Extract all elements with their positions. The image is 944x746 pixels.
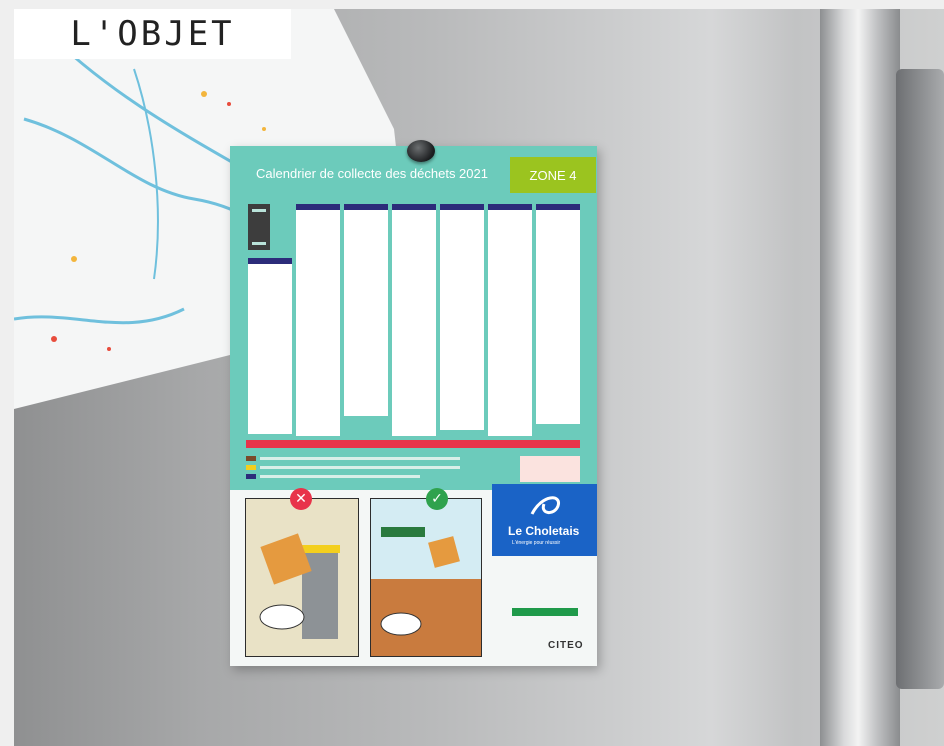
zone-label: ZONE 4 [529, 167, 577, 183]
month-column [488, 204, 532, 436]
notice-bar [246, 440, 580, 448]
handle-bracket [896, 69, 944, 689]
section-label-tab: L'OBJET [14, 9, 291, 59]
comic-bin-illustration [246, 499, 358, 656]
zone-badge: ZONE 4 [510, 157, 596, 193]
right-example-panel [370, 498, 482, 657]
section-label: L'OBJET [70, 14, 235, 54]
brand-name: Le Choletais [508, 524, 580, 538]
month-column [536, 204, 580, 424]
brand-tagline: L'énergie pour réussir [512, 540, 561, 546]
month-column [344, 204, 388, 416]
cross-icon: ✕ [290, 488, 312, 510]
year-icon [248, 204, 270, 250]
fridge-photo: Calendrier de collecte des déchets 2021 … [14, 9, 944, 746]
comic-container-illustration [371, 499, 481, 656]
photo-stage: Calendrier de collecte des déchets 2021 … [0, 0, 944, 746]
calendar-title: Calendrier de collecte des déchets 2021 [256, 166, 488, 181]
partner-logo: CITEO [548, 640, 584, 651]
bin-notice [520, 456, 580, 482]
brand-logo-box: Le Choletais L'énergie pour réussir [492, 484, 597, 556]
fridge-handle [820, 9, 900, 746]
month-column [296, 204, 340, 436]
month-column [392, 204, 436, 436]
phone-number-strip [512, 608, 578, 616]
brand-logo-icon [530, 496, 560, 515]
month-column [440, 204, 484, 430]
collection-calendar-flyer: Calendrier de collecte des déchets 2021 … [230, 146, 597, 666]
calendar-legend [246, 456, 460, 479]
wrong-example-panel [245, 498, 359, 657]
check-icon: ✓ [426, 488, 448, 510]
magnet [407, 140, 435, 162]
month-column [248, 258, 292, 434]
